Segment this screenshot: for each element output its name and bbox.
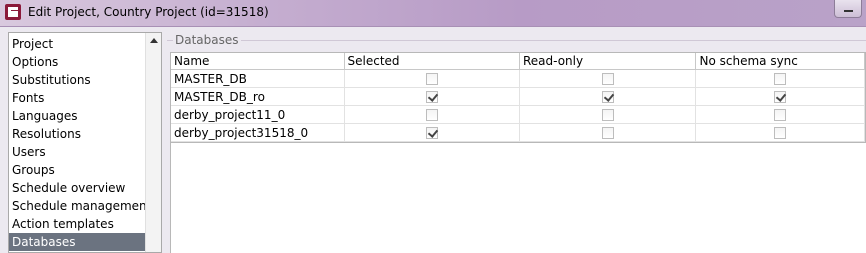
nav-item-groups[interactable]: Groups — [9, 161, 146, 179]
table-header: Name Selected Read-only No schema sync — [171, 53, 865, 70]
databases-panel: Databases Name Selected Read-only No sch… — [167, 32, 866, 253]
read-only-checkbox[interactable] — [601, 127, 614, 139]
table-row[interactable]: MASTER_DB_ro — [171, 88, 865, 106]
no-schema-sync-cell — [696, 106, 865, 124]
database-name: MASTER_DB_ro — [171, 88, 345, 106]
no-schema-sync-checkbox[interactable] — [774, 91, 787, 103]
table-row[interactable]: derby_project31518_0 — [171, 124, 865, 142]
database-name: derby_project31518_0 — [171, 124, 345, 142]
nav-list: Project Options Substitutions Fonts Lang… — [9, 35, 151, 251]
read-only-cell — [520, 124, 697, 142]
selected-cell — [345, 124, 520, 142]
no-schema-sync-checkbox[interactable] — [774, 127, 787, 139]
nav-item-options[interactable]: Options — [9, 53, 146, 71]
read-only-checkbox[interactable] — [601, 73, 614, 85]
nav-item-substitutions[interactable]: Substitutions — [9, 71, 146, 89]
selected-cell — [345, 88, 520, 106]
table-row[interactable]: derby_project11_0 — [171, 106, 865, 124]
nav-item-schedule-management[interactable]: Schedule management — [9, 197, 151, 215]
read-only-checkbox[interactable] — [601, 109, 614, 121]
nav-item-databases[interactable]: Databases — [9, 233, 146, 251]
scroll-up-arrow-icon[interactable] — [146, 33, 162, 49]
window-title: Edit Project, Country Project (id=31518) — [28, 5, 269, 19]
column-header-selected[interactable]: Selected — [345, 53, 520, 70]
column-header-no-schema-sync[interactable]: No schema sync — [696, 53, 865, 70]
column-header-name[interactable]: Name — [171, 53, 345, 70]
no-schema-sync-cell — [696, 124, 865, 142]
group-label: Databases — [173, 33, 241, 47]
read-only-cell — [520, 106, 697, 124]
no-schema-sync-cell — [696, 70, 865, 88]
database-name: MASTER_DB — [171, 70, 345, 88]
nav-item-languages[interactable]: Languages — [9, 107, 146, 125]
group-divider — [167, 40, 866, 41]
selected-cell — [345, 70, 520, 88]
nav-item-project[interactable]: Project — [9, 35, 146, 53]
settings-nav: Project Options Substitutions Fonts Lang… — [8, 32, 162, 253]
selected-checkbox[interactable] — [425, 73, 438, 85]
column-header-read-only[interactable]: Read-only — [520, 53, 697, 70]
nav-item-action-templates[interactable]: Action templates — [9, 215, 146, 233]
selected-cell — [345, 106, 520, 124]
table-body: MASTER_DB MASTER_DB_ro derby_project11_0 de… — [171, 70, 865, 142]
database-name: derby_project11_0 — [171, 106, 345, 124]
databases-table: Name Selected Read-only No schema sync M… — [170, 52, 866, 143]
nav-item-schedule-overview[interactable]: Schedule overview — [9, 179, 146, 197]
no-schema-sync-checkbox[interactable] — [774, 73, 787, 85]
nav-item-resolutions[interactable]: Resolutions — [9, 125, 146, 143]
no-schema-sync-cell — [696, 88, 865, 106]
no-schema-sync-checkbox[interactable] — [774, 109, 787, 121]
selected-checkbox[interactable] — [425, 91, 438, 103]
title-bar: Edit Project, Country Project (id=31518) — [0, 0, 866, 27]
read-only-cell — [520, 88, 697, 106]
read-only-checkbox[interactable] — [601, 91, 614, 103]
app-icon — [5, 4, 21, 20]
table-row[interactable]: MASTER_DB — [171, 70, 865, 88]
nav-item-users[interactable]: Users — [9, 143, 146, 161]
nav-item-fonts[interactable]: Fonts — [9, 89, 146, 107]
read-only-cell — [520, 70, 697, 88]
nav-scrollbar[interactable] — [145, 33, 161, 252]
selected-checkbox[interactable] — [425, 127, 438, 139]
minimize-button[interactable] — [834, 0, 862, 18]
selected-checkbox[interactable] — [425, 109, 438, 121]
